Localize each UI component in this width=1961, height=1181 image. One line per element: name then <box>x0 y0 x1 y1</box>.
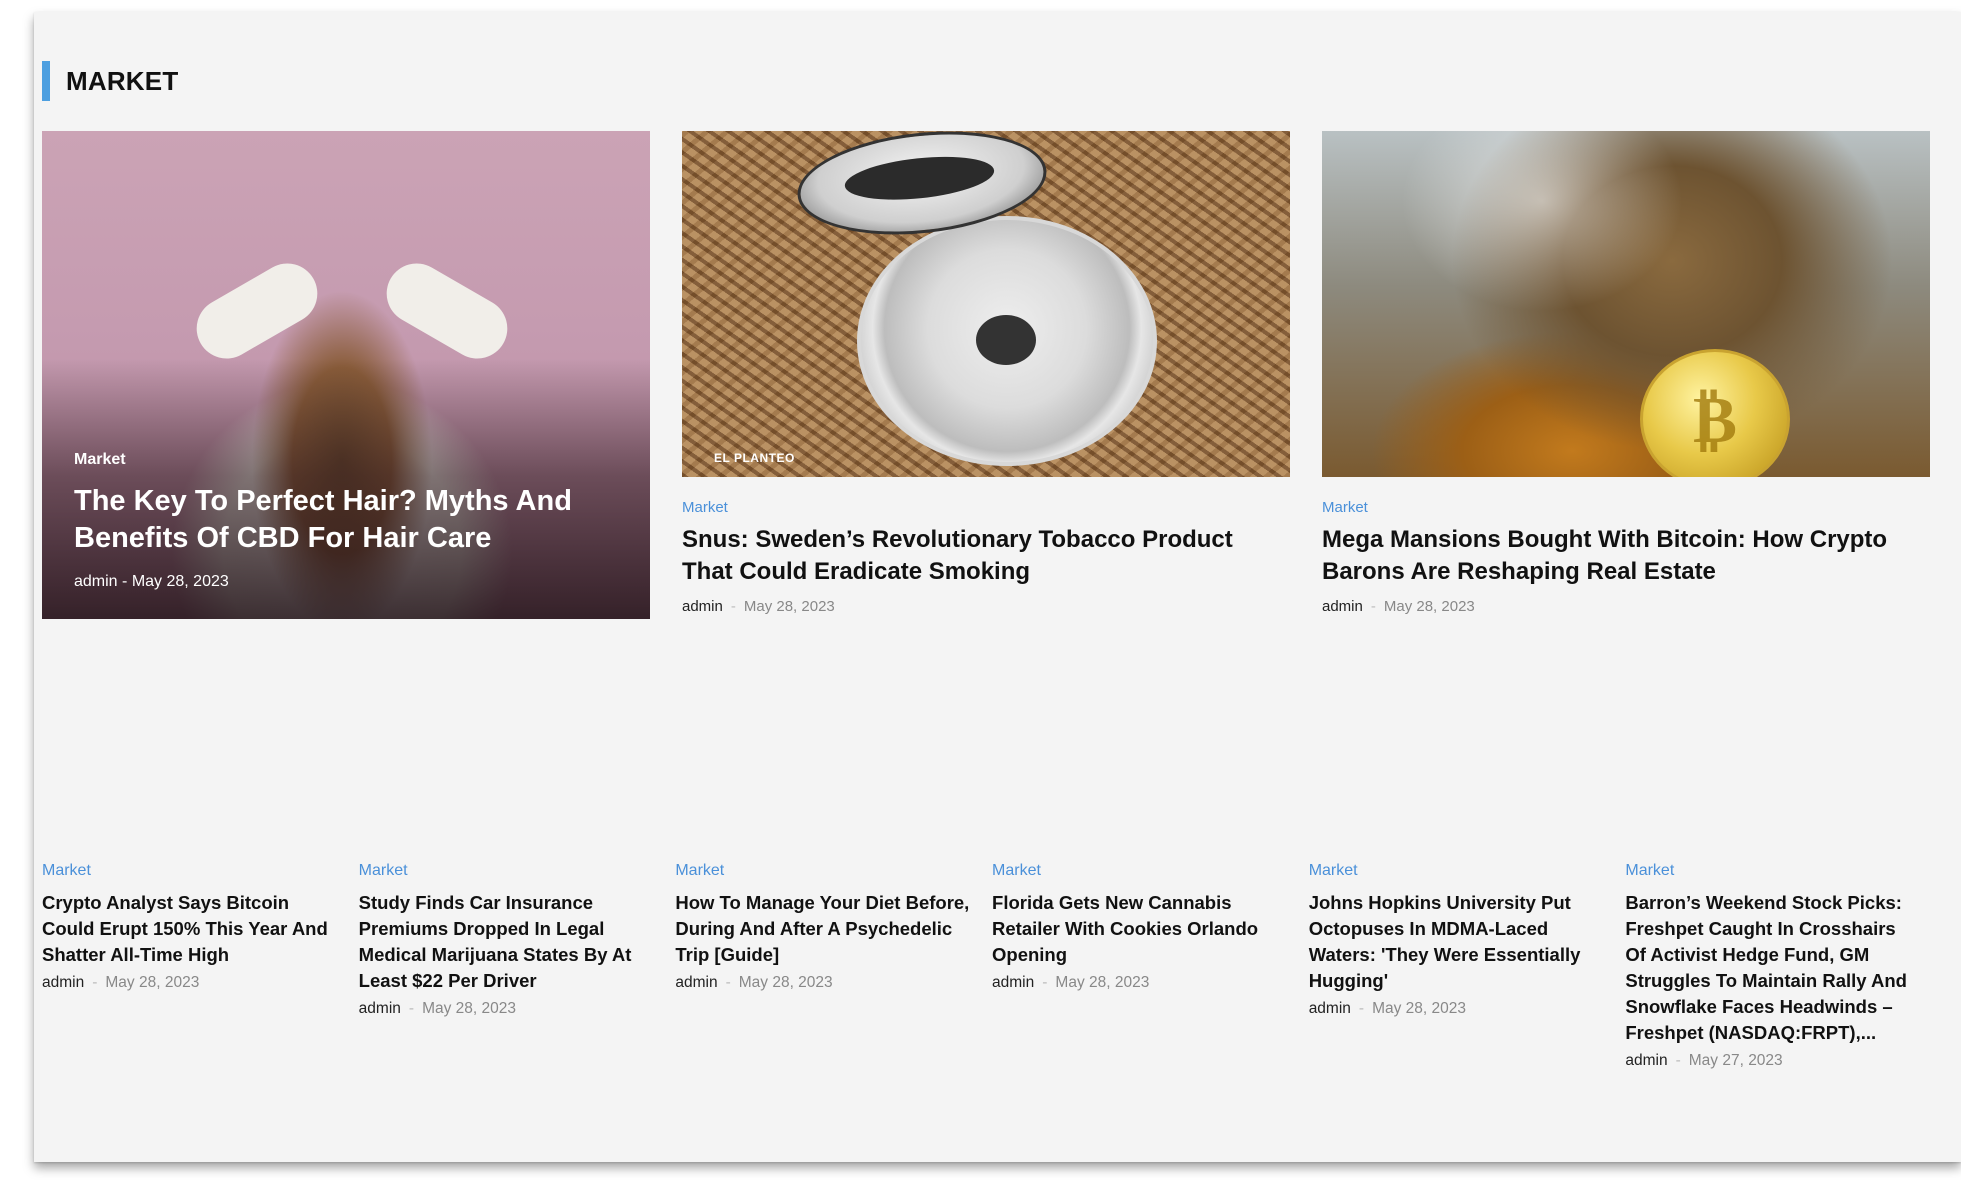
article-meta: admin - May 28, 2023 <box>74 573 618 591</box>
meta-separator: - <box>1370 598 1376 615</box>
section-title: MARKET <box>66 65 179 96</box>
featured-card[interactable]: EL PLANTEO Market Snus: Sweden’s Revolut… <box>682 131 1290 615</box>
image-caption: EL PLANTEO <box>714 451 795 465</box>
meta-separator: - <box>1042 974 1048 991</box>
list-item[interactable]: Market Florida Gets New Cannabis Retaile… <box>992 862 1309 1070</box>
category-label[interactable]: Market <box>1309 862 1604 880</box>
meta-separator: - <box>408 1000 415 1017</box>
publish-date: May 28, 2023 <box>105 974 200 991</box>
hair-image[interactable]: Market The Key To Perfect Hair? Myths An… <box>42 131 650 619</box>
mansion-image[interactable]: ₿ <box>1322 131 1930 477</box>
publish-date: May 28, 2023 <box>743 598 835 615</box>
meta-separator: - <box>92 974 98 991</box>
list-item[interactable]: Market Barron’s Weekend Stock Picks: Fre… <box>1625 862 1942 1070</box>
article-list: Market Crypto Analyst Says Bitcoin Could… <box>42 862 1942 1070</box>
category-label[interactable]: Market <box>675 862 970 880</box>
author-name[interactable]: admin <box>42 974 84 991</box>
publish-date: May 28, 2023 <box>738 974 833 991</box>
featured-card[interactable]: Market The Key To Perfect Hair? Myths An… <box>42 131 650 619</box>
article-meta: admin - May 28, 2023 <box>682 598 1290 615</box>
article-meta: admin - May 28, 2023 <box>1322 598 1930 615</box>
meta-separator: - <box>122 573 132 590</box>
category-label[interactable]: Market <box>992 862 1287 880</box>
section-header: MARKET <box>42 61 178 101</box>
author-name[interactable]: admin <box>992 974 1034 991</box>
meta-separator: - <box>1675 1052 1681 1069</box>
article-title[interactable]: Florida Gets New Cannabis Retailer With … <box>992 890 1287 968</box>
article-meta: admin - May 28, 2023 <box>359 1000 654 1018</box>
article-meta: admin - May 28, 2023 <box>675 974 970 992</box>
article-meta: admin - May 28, 2023 <box>1309 1000 1604 1018</box>
publish-date: May 28, 2023 <box>131 573 229 590</box>
author-name[interactable]: admin <box>1309 1000 1351 1017</box>
article-meta: admin - May 28, 2023 <box>42 974 337 992</box>
category-label[interactable]: Market <box>74 451 618 469</box>
article-title[interactable]: Mega Mansions Bought With Bitcoin: How C… <box>1322 524 1930 588</box>
publish-date: May 28, 2023 <box>422 1000 516 1017</box>
article-meta: admin - May 27, 2023 <box>1625 1052 1920 1070</box>
article-title[interactable]: Barron’s Weekend Stock Picks: Freshpet C… <box>1625 890 1920 1046</box>
publish-date: May 28, 2023 <box>1372 1000 1467 1017</box>
image-arm-right <box>375 252 519 370</box>
author-name[interactable]: admin <box>675 974 717 991</box>
category-label[interactable]: Market <box>1625 862 1920 880</box>
publish-date: May 28, 2023 <box>1055 974 1150 991</box>
article-meta: admin - May 28, 2023 <box>992 974 1287 992</box>
list-item[interactable]: Market How To Manage Your Diet Before, D… <box>675 862 992 1070</box>
overlay-content: Market The Key To Perfect Hair? Myths An… <box>74 451 618 591</box>
author-name[interactable]: admin <box>74 573 118 590</box>
article-title[interactable]: The Key To Perfect Hair? Myths And Benef… <box>74 483 618 557</box>
list-item[interactable]: Market Study Finds Car Insurance Premium… <box>359 862 676 1070</box>
meta-separator: - <box>1358 1000 1365 1017</box>
category-label[interactable]: Market <box>682 499 1290 516</box>
meta-separator: - <box>725 974 731 991</box>
category-label[interactable]: Market <box>359 862 654 880</box>
snus-image[interactable]: EL PLANTEO <box>682 131 1290 477</box>
author-name[interactable]: admin <box>682 598 723 615</box>
author-name[interactable]: admin <box>359 1000 401 1017</box>
category-label[interactable]: Market <box>1322 499 1930 516</box>
bitcoin-coin-icon: ₿ <box>1640 349 1790 477</box>
article-title[interactable]: Johns Hopkins University Put Octopuses I… <box>1309 890 1604 994</box>
category-label[interactable]: Market <box>42 862 337 880</box>
article-title[interactable]: Study Finds Car Insurance Premiums Dropp… <box>359 890 654 994</box>
section-accent-bar <box>42 61 50 101</box>
article-title[interactable]: How To Manage Your Diet Before, During A… <box>675 890 970 968</box>
featured-card[interactable]: ₿ Market Mega Mansions Bought With Bitco… <box>1322 131 1930 615</box>
list-item[interactable]: Market Crypto Analyst Says Bitcoin Could… <box>42 862 359 1070</box>
publish-date: May 28, 2023 <box>1383 598 1475 615</box>
article-title[interactable]: Crypto Analyst Says Bitcoin Could Erupt … <box>42 890 337 968</box>
publish-date: May 27, 2023 <box>1688 1052 1783 1069</box>
meta-separator: - <box>730 598 736 615</box>
article-title[interactable]: Snus: Sweden’s Revolutionary Tobacco Pro… <box>682 524 1290 588</box>
list-item[interactable]: Market Johns Hopkins University Put Octo… <box>1309 862 1626 1070</box>
author-name[interactable]: admin <box>1322 598 1363 615</box>
image-arm-left <box>185 252 329 370</box>
author-name[interactable]: admin <box>1625 1052 1667 1069</box>
image-tin-base <box>857 216 1157 466</box>
